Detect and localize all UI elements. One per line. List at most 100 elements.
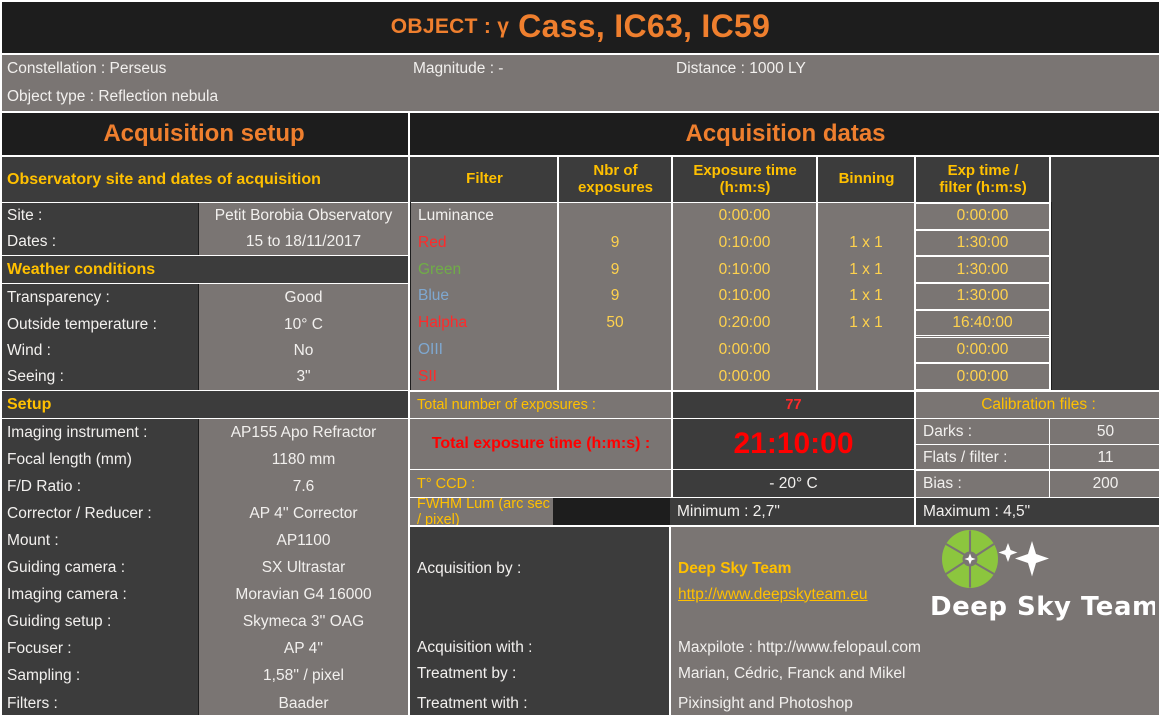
filter-name-cell: Luminance: [411, 203, 557, 230]
seeing-value: 3": [199, 364, 408, 390]
calibration-row-label: Darks :: [916, 419, 1049, 445]
calibration-title-cell: Calibration files :: [916, 392, 1161, 418]
filter-total-cell: 16:40:00: [916, 310, 1049, 337]
acquisition-by-label: Acquisition by :: [410, 556, 669, 581]
fwhm-label-cell: FWHM Lum (arc sec / pixel): [410, 498, 553, 525]
divider: [916, 444, 1161, 445]
col-divider: [816, 157, 818, 390]
deep-sky-team-logo: Deep Sky Team: [930, 530, 1155, 622]
filter-count-cell: [559, 363, 671, 390]
total-time-label-cell: Total exposure time (h:m:s) :: [410, 419, 672, 469]
filter-name-cell: Halpha: [411, 310, 557, 337]
filter-total-cell: 1:30:00: [916, 283, 1049, 310]
fwhm-label: FWHM Lum (arc sec / pixel): [417, 496, 553, 528]
ccd-temp-label: T° CCD :: [417, 476, 475, 492]
filter-column-header: Exposure time(h:m:s): [673, 157, 817, 202]
treatment-by-value: Marian, Cédric, Franck and Mikel: [671, 661, 1151, 687]
filter-total-cell: 0:00:00: [916, 203, 1049, 230]
weather-section-header: Weather conditions: [0, 256, 408, 283]
filter-exposure-cell: 0:00:00: [673, 203, 816, 230]
transparency-label: Transparency :: [0, 284, 198, 311]
filter-exposure-cell: 0:10:00: [673, 230, 816, 257]
filter-column-header: Filter: [411, 157, 558, 202]
setup-row-label: Focuser :: [0, 636, 198, 663]
filter-total-cell: 1:30:00: [916, 256, 1049, 283]
filter-exposure-cell: 0:20:00: [673, 310, 816, 337]
filter-binning-cell: 1 x 1: [818, 230, 914, 257]
setup-row-label: Filters :: [0, 690, 198, 717]
filter-count-cell: [559, 337, 671, 364]
treatment-with-value: Pixinsight and Photoshop: [671, 691, 1151, 717]
wind-label: Wind :: [0, 338, 198, 364]
setup-row-label: Corrector / Reducer :: [0, 500, 198, 527]
col-divider: [1049, 419, 1050, 497]
setup-row-label: Mount :: [0, 527, 198, 554]
calibration-rows: Darks :50Flats / filter :11Bias :200: [916, 419, 1161, 497]
filter-total-cell: 1:30:00: [916, 230, 1049, 257]
filter-name-cell: Red: [411, 230, 557, 257]
filter-count-cell: 9: [559, 256, 671, 283]
filter-count-cell: 9: [559, 230, 671, 257]
filter-total-cell: 0:00:00: [916, 337, 1049, 364]
seeing-label: Seeing :: [0, 364, 198, 390]
calibration-row-label: Bias :: [916, 471, 1049, 497]
distance-text: Distance : 1000 LY: [676, 55, 976, 83]
divider: [410, 418, 1161, 419]
acquisition-datas-title: Acquisition datas: [410, 113, 1161, 155]
setup-row-label: Guiding setup :: [0, 609, 198, 636]
filter-binning-cell: [818, 203, 914, 230]
weather-rows: Transparency : Good Outside temperature …: [0, 284, 408, 390]
col-divider: [914, 392, 916, 525]
ccd-temp-label-cell: T° CCD :: [410, 470, 672, 497]
total-time-value: 21:10:00: [733, 427, 853, 461]
total-exposures-label: Total number of exposures :: [410, 392, 672, 418]
fwhm-min-value: Minimum : 2,7": [670, 498, 915, 525]
acquisition-with-label: Acquisition with :: [410, 635, 669, 661]
calibration-title: Calibration files :: [981, 396, 1096, 414]
filter-binning-cell: [818, 337, 914, 364]
object-title-label: OBJECT :: [391, 15, 491, 39]
setup-row-value: 7.6: [199, 473, 408, 500]
acquisition-setup-title-text: Acquisition setup: [103, 120, 304, 148]
treatment-with-label: Treatment with :: [410, 691, 669, 717]
col-divider: [1049, 157, 1051, 390]
setup-row-value: Skymeca 3'' OAG: [199, 609, 408, 636]
setup-row-value: Baader: [199, 690, 408, 717]
site-value: Petit Borobia Observatory: [199, 203, 408, 229]
filter-column-header: Binning: [818, 157, 915, 202]
col-divider: [671, 157, 673, 390]
logo-graphic: Deep Sky Team: [930, 530, 1155, 622]
object-title-prefix: γ: [497, 15, 509, 39]
filter-name-cell: Blue: [411, 283, 557, 310]
setup-row-value: AP 4'' Corrector: [199, 500, 408, 527]
filter-column-header: Nbr ofexposures: [559, 157, 672, 202]
filter-binning-cell: 1 x 1: [818, 256, 914, 283]
filter-exposure-cell: 0:00:00: [673, 363, 816, 390]
filter-name-cell: OIII: [411, 337, 557, 364]
logo-wordmark: Deep Sky Team: [930, 592, 1155, 622]
setup-row-label: Sampling :: [0, 663, 198, 690]
site-label: Site :: [0, 203, 198, 229]
setup-row-label: Focal length (mm): [0, 446, 198, 473]
site-rows: Site : Petit Borobia Observatory Dates :…: [0, 203, 408, 255]
observatory-section-header: Observatory site and dates of acquisitio…: [0, 157, 408, 202]
acquisition-by-value: Deep Sky Team: [671, 556, 971, 581]
filter-exposure-cell: 0:10:00: [673, 256, 816, 283]
filter-binning-cell: 1 x 1: [818, 310, 914, 337]
calibration-row-value: 50: [1050, 419, 1161, 445]
setup-rows: Imaging instrument :AP155 Apo RefractorF…: [0, 419, 408, 717]
magnitude-text: Magnitude : -: [413, 55, 663, 83]
acquisition-setup-title: Acquisition setup: [0, 113, 408, 155]
calibration-row-value: 11: [1050, 445, 1161, 471]
divider: [410, 497, 1161, 498]
setup-row-value: 1180 mm: [199, 446, 408, 473]
filter-count-cell: [559, 203, 671, 230]
observatory-section-label: Observatory site and dates of acquisitio…: [7, 171, 321, 189]
filter-name-cell: Green: [411, 256, 557, 283]
deepskyteam-link[interactable]: http://www.deepskyteam.eu: [671, 582, 971, 607]
filter-exposure-cell: 0:10:00: [673, 283, 816, 310]
stars-icon: [999, 541, 1050, 577]
filter-count-cell: 50: [559, 310, 671, 337]
total-exposures-value-cell: 77: [673, 392, 914, 418]
total-time-value-cell: 21:10:00: [673, 419, 914, 469]
